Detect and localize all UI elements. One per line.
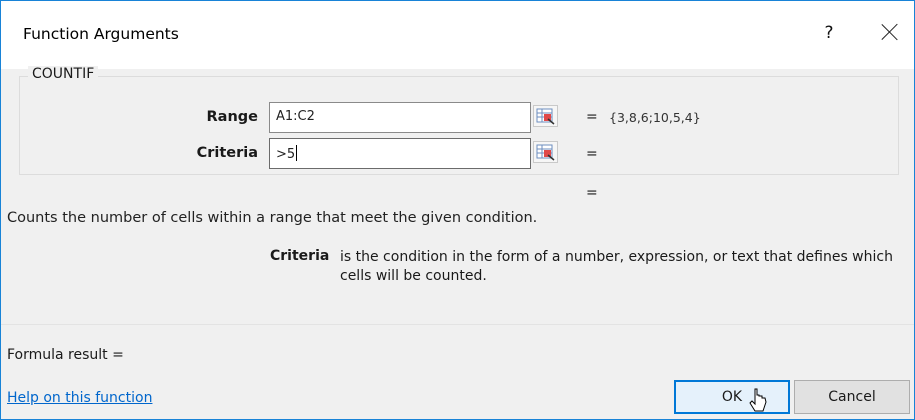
mouse-pointer-icon <box>749 388 767 412</box>
range-input[interactable]: A1:C2 <box>269 102 531 133</box>
criteria-label: Criteria <box>196 145 258 161</box>
collapse-dialog-icon <box>536 144 555 161</box>
collapse-dialog-icon <box>536 108 555 125</box>
close-icon[interactable] <box>879 21 901 43</box>
function-description: Counts the number of cells within a rang… <box>7 210 538 226</box>
divider <box>1 324 914 325</box>
range-label: Range <box>206 109 259 125</box>
argument-help-text: is the condition in the form of a number… <box>340 249 893 284</box>
function-result-equals: = <box>586 185 598 201</box>
criteria-collapse-button[interactable] <box>533 141 558 163</box>
title-bar: Function Arguments ? <box>1 1 914 69</box>
function-name-label: COUNTIF <box>28 66 99 82</box>
dialog-title: Function Arguments <box>23 25 179 43</box>
range-result: {3,8,6;10,5,4} <box>609 110 701 125</box>
function-arguments-dialog: Function Arguments ? COUNTIF Range A1:C2… <box>0 0 915 420</box>
cancel-button[interactable]: Cancel <box>794 380 910 414</box>
criteria-equals: = <box>586 146 598 162</box>
criteria-input[interactable]: >5 <box>269 138 531 169</box>
argument-help-name: Criteria <box>270 248 330 264</box>
help-button[interactable]: ? <box>819 23 839 43</box>
text-caret <box>296 145 298 161</box>
range-input-value: A1:C2 <box>276 109 315 124</box>
criteria-input-value: >5 <box>276 145 298 162</box>
ok-button[interactable]: OK <box>674 380 790 414</box>
help-on-this-function-link[interactable]: Help on this function <box>7 390 152 406</box>
range-collapse-button[interactable] <box>533 105 558 127</box>
range-equals: = <box>586 109 598 125</box>
formula-result: Formula result = <box>7 347 124 363</box>
